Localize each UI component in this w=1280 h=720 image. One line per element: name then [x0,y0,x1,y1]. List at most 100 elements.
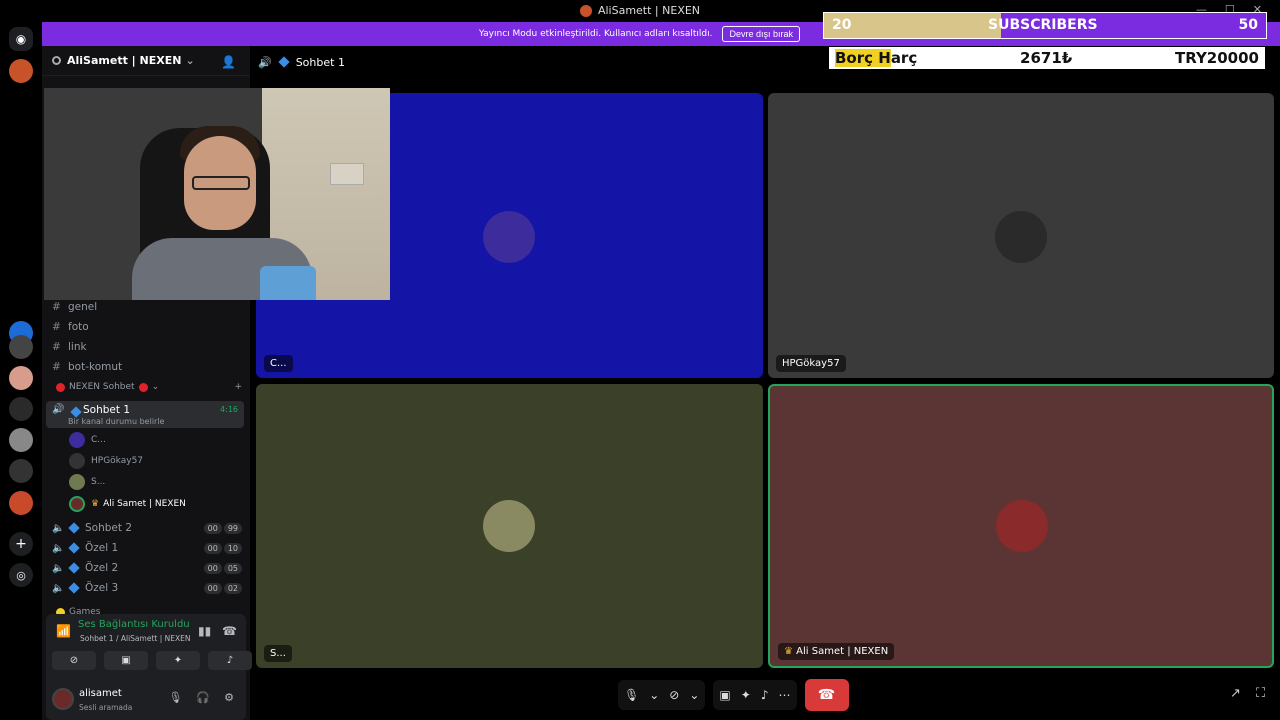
hash-icon: # [52,341,61,353]
subscriber-goal-widget: 20 SUBSCRIBERS 50 [823,12,1267,39]
hash-icon: # [52,301,61,313]
server-icon[interactable] [9,491,33,515]
user-status: Sesli aramada [79,703,133,712]
glasses [192,176,250,190]
channel-foto[interactable]: # foto [52,318,242,336]
avatar[interactable] [52,688,74,710]
channel-label: Özel 3 [85,582,119,594]
voice-channel-sohbet-2[interactable]: 🔈 Sohbet 2 00 99 [52,519,242,537]
debt-goal: TRY20000 [1174,49,1259,67]
video-tile[interactable]: S... [256,384,763,668]
voice-channel-sohbet-1[interactable]: 🔊 Sohbet 1 4:16 Bir kanal durumu belirle [46,401,244,428]
soundboard-icon[interactable]: ♪ [761,688,769,702]
channel-label: bot-komut [68,361,123,373]
call-controls: 🎙 ⌄ ⊘ ⌄ ▣ ✦ ♪ ⋯ ☎ [618,679,849,711]
hangup-button[interactable]: ☎ [804,679,849,711]
debt-title: Borç Harç [835,49,918,67]
banner-message: Yayıncı Modu etkinleştirildi. Kullanıcı … [478,29,713,39]
camera-off-icon[interactable]: ⊘ [669,688,679,702]
server-icon[interactable] [9,459,33,483]
more-icon[interactable]: ⋯ [779,688,791,702]
disable-streamer-mode-button[interactable]: Devre dışı bırak [722,26,800,42]
discover-icon[interactable]: ◎ [9,563,33,587]
voice-channel-ozel-1[interactable]: 🔈 Özel 1 00 10 [52,539,242,557]
channel-label: Özel 2 [85,562,119,574]
cup [260,266,316,300]
video-tile[interactable]: HPGökay57 [768,93,1274,378]
activities-icon[interactable]: ✦ [741,688,751,702]
voice-status[interactable]: Ses Bağlantısı Kuruldu [78,619,190,630]
blue-diamond-icon [278,56,290,68]
speaker-icon: 🔈 [52,542,65,554]
user-limit-badge: 00 02 [203,582,242,594]
member-name: Ali Samet | NEXEN [103,499,186,509]
voice-member[interactable]: ♛ Ali Samet | NEXEN [69,494,186,514]
microphone-icon[interactable]: 🎙 [168,691,182,704]
call-timer: 4:16 [220,405,238,414]
category-label: NEXEN Sohbet [69,382,135,392]
server-icon[interactable] [9,335,33,359]
username: alisamet [79,688,122,699]
app-icon [579,4,592,17]
channel-status[interactable]: Bir kanal durumu belirle [68,417,164,426]
screen-share-icon[interactable]: ▣ [719,688,730,702]
channel-label: Sohbet 1 [83,404,131,416]
fullscreen-icon[interactable]: ⛶ [1256,686,1265,701]
gear-icon[interactable]: ⚙ [224,691,234,704]
noise-suppression-icon[interactable]: ▮▮ [198,624,211,638]
voice-member[interactable]: S... [69,472,105,492]
server-icon[interactable] [9,428,33,452]
hash-icon: # [52,361,61,373]
video-tile-speaking[interactable]: ♛ Ali Samet | NEXEN [768,384,1274,668]
red-circle-icon [138,382,148,392]
blue-diamond-icon [68,522,80,534]
user-limit-badge: 00 05 [203,562,242,574]
channel-bot-komut[interactable]: # bot-komut [52,358,242,376]
channel-genel[interactable]: # genel [52,298,242,316]
speaker-icon: 🔊 [258,55,272,69]
popout-icon[interactable]: ↗ [1230,686,1241,701]
voice-member[interactable]: HPGökay57 [69,451,143,471]
activities-icon[interactable]: ✦ [156,651,200,670]
sub-goal: 50 [1238,17,1258,33]
server-icon[interactable] [9,59,33,83]
blue-diamond-icon [68,542,80,554]
disconnect-icon[interactable]: ☎ [222,624,237,638]
blue-diamond-icon [68,562,80,574]
server-badge-icon [52,56,61,65]
screen-share-icon[interactable]: ▣ [104,651,148,670]
voice-channel-ozel-2[interactable]: 🔈 Özel 2 00 05 [52,559,242,577]
avatar [996,500,1048,552]
avatar [69,432,85,448]
channel-link[interactable]: # link [52,338,242,356]
server-icon[interactable] [9,366,33,390]
add-server-icon[interactable]: + [9,532,33,556]
server-name: AliSamett | NEXEN [67,54,182,67]
channel-label: Sohbet 2 [85,522,133,534]
blue-diamond-icon [68,582,80,594]
chevron-down-icon[interactable]: ⌄ [689,688,699,702]
hash-icon: # [52,321,61,333]
server-rail: ◉ + ◎ [0,21,42,720]
voice-channel-ozel-3[interactable]: 🔈 Özel 3 00 02 [52,579,242,597]
add-channel-icon[interactable]: + [234,382,242,392]
sub-current: 20 [832,17,852,33]
headphones-icon[interactable]: 🎧 [196,691,210,704]
invite-icon[interactable]: 👤 [221,55,236,69]
avatar [483,211,535,263]
camera-off-icon[interactable]: ⊘ [52,651,96,670]
discord-home-icon[interactable]: ◉ [9,27,33,51]
participant-name: C... [264,355,293,372]
chevron-down-icon[interactable]: ⌄ [649,688,659,702]
streamer-mode-banner: Yayıncı Modu etkinleştirildi. Kullanıcı … [42,22,822,46]
blue-diamond-icon [70,406,82,418]
member-name: HPGökay57 [91,456,144,466]
sub-label: SUBSCRIBERS [988,17,1098,33]
channel-label: Özel 1 [85,542,119,554]
microphone-icon[interactable]: 🎙 [624,688,639,702]
server-icon[interactable] [9,397,33,421]
voice-member[interactable]: C... [69,430,106,450]
category-nexen-sohbet[interactable]: NEXEN Sohbet ⌄ + [52,382,242,392]
server-header[interactable]: AliSamett | NEXEN ⌄ 👤 [42,46,250,76]
soundboard-icon[interactable]: ♪ [208,651,252,670]
